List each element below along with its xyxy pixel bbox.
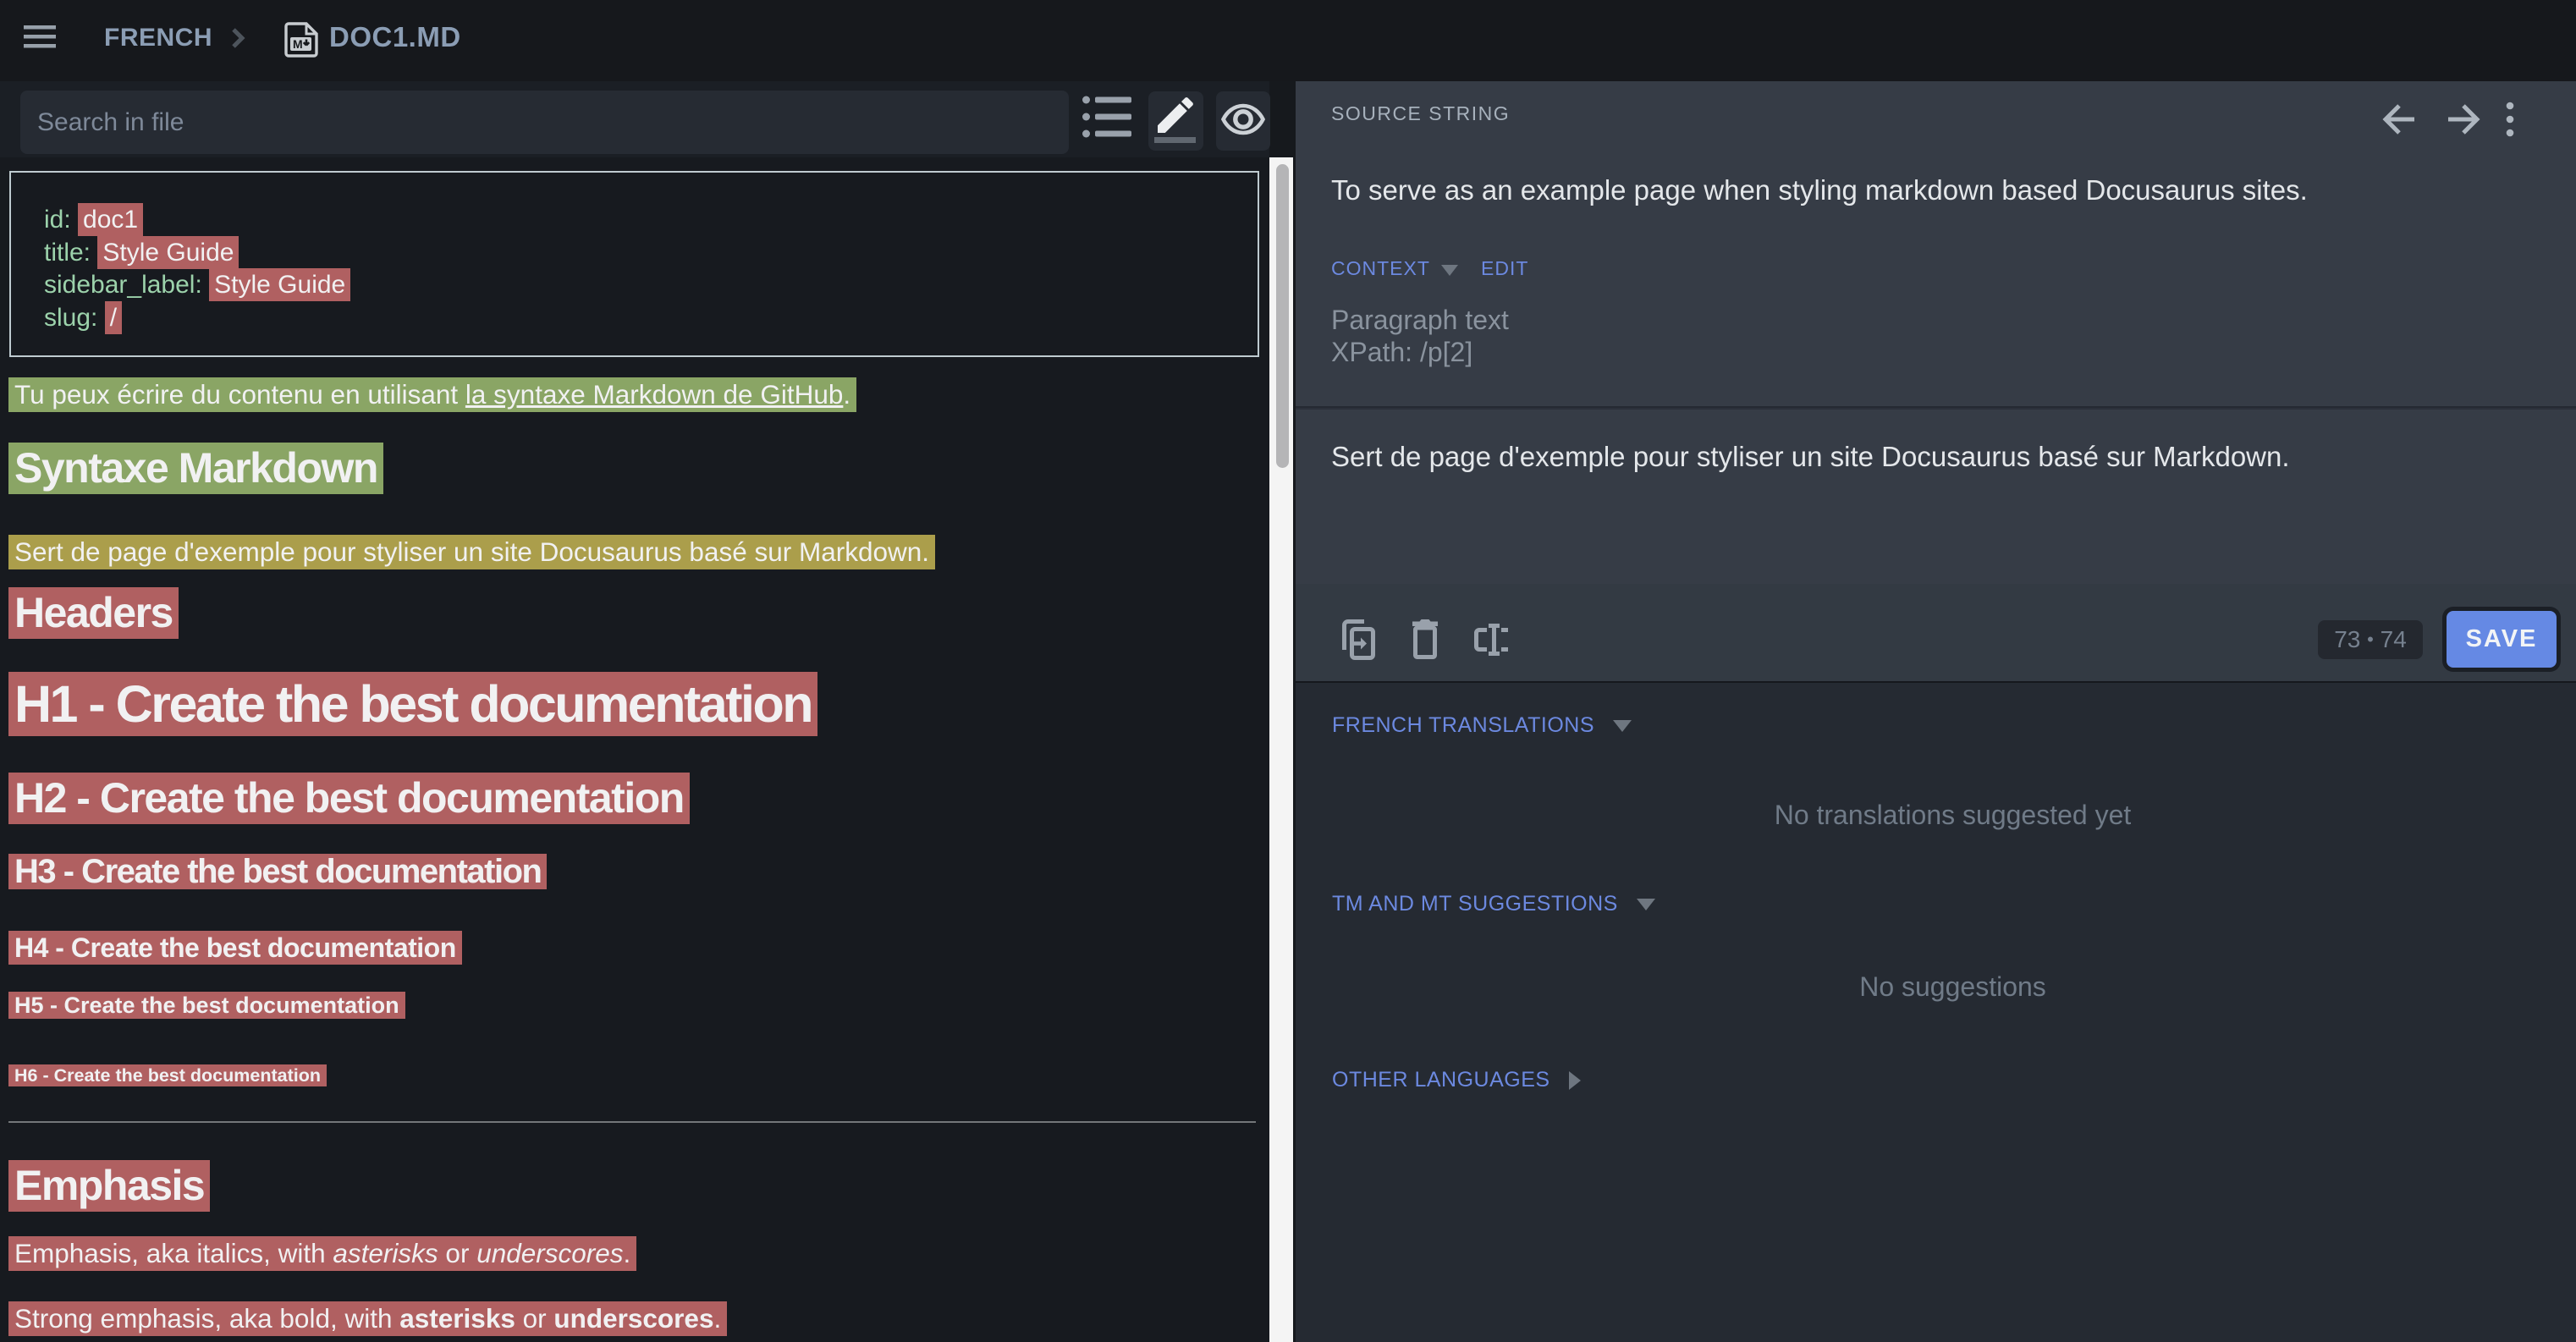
svg-text:M: M (293, 37, 303, 51)
